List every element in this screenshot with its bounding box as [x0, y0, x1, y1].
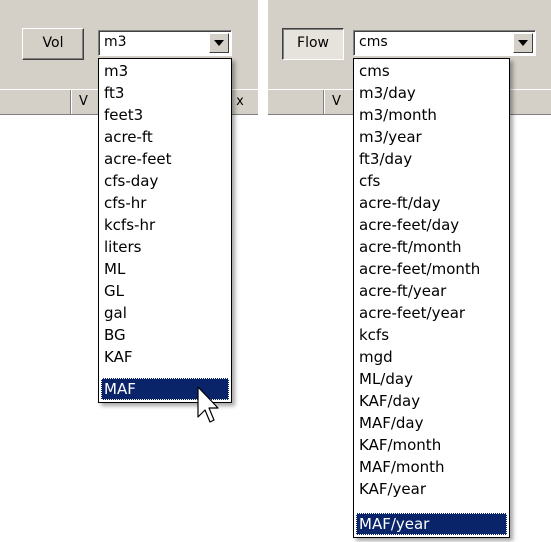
- flow-unit-dropdown[interactable]: cms m3/day m3/month m3/year ft3/day cfs …: [353, 58, 510, 538]
- arrow-pointer-icon: [197, 386, 219, 423]
- tab-cell[interactable]: x: [230, 90, 250, 114]
- chevron-down-icon[interactable]: [209, 33, 229, 53]
- dropdown-option[interactable]: acre-ft/day: [356, 192, 507, 214]
- tab-label: x: [236, 94, 244, 109]
- flow-button[interactable]: Flow: [282, 28, 344, 60]
- tab-label: V: [332, 94, 341, 109]
- dropdown-option[interactable]: cfs: [356, 170, 507, 192]
- dropdown-option[interactable]: MAF/month: [356, 456, 507, 478]
- chevron-down-icon[interactable]: [513, 33, 533, 53]
- dropdown-option[interactable]: cfs-day: [101, 170, 229, 192]
- dropdown-option[interactable]: m3/month: [356, 104, 507, 126]
- dropdown-option[interactable]: acre-ft: [101, 126, 229, 148]
- dropdown-option[interactable]: mgd: [356, 346, 507, 368]
- vol-unit-dropdown[interactable]: m3 ft3 feet3 acre-ft acre-feet cfs-day c…: [98, 58, 232, 403]
- panel-divider: [258, 0, 268, 542]
- vol-unit-combo[interactable]: m3: [98, 30, 232, 56]
- dropdown-option[interactable]: KAF/day: [356, 390, 507, 412]
- tab-label: V: [79, 94, 88, 109]
- dropdown-option[interactable]: cfs-hr: [101, 192, 229, 214]
- dropdown-option[interactable]: m3/year: [356, 126, 507, 148]
- tab-cell[interactable]: [268, 90, 324, 114]
- dropdown-option[interactable]: ft3/day: [356, 148, 507, 170]
- dropdown-option[interactable]: cms: [356, 60, 507, 82]
- dropdown-option[interactable]: acre-feet/month: [356, 258, 507, 280]
- dropdown-option-selected[interactable]: MAF/year: [356, 513, 507, 535]
- dropdown-option[interactable]: KAF: [101, 346, 229, 368]
- dropdown-option[interactable]: KAF/year: [356, 478, 507, 500]
- dropdown-option[interactable]: feet3: [101, 104, 229, 126]
- flow-unit-combo[interactable]: cms: [353, 30, 536, 56]
- dropdown-option[interactable]: liters: [101, 236, 229, 258]
- dropdown-option[interactable]: m3/day: [356, 82, 507, 104]
- dropdown-option[interactable]: acre-feet/day: [356, 214, 507, 236]
- dropdown-option[interactable]: gal: [101, 302, 229, 324]
- tab-cell[interactable]: [0, 90, 71, 114]
- vol-button[interactable]: Vol: [22, 28, 84, 60]
- vol-unit-value: m3: [104, 34, 127, 50]
- dropdown-option[interactable]: acre-feet/year: [356, 302, 507, 324]
- dropdown-option[interactable]: acre-ft/year: [356, 280, 507, 302]
- dropdown-option[interactable]: kcfs: [356, 324, 507, 346]
- dropdown-option[interactable]: kcfs-hr: [101, 214, 229, 236]
- dropdown-option[interactable]: ML: [101, 258, 229, 280]
- dropdown-option[interactable]: ft3: [101, 82, 229, 104]
- dropdown-option[interactable]: acre-ft/month: [356, 236, 507, 258]
- dropdown-option[interactable]: m3: [101, 60, 229, 82]
- dropdown-option[interactable]: KAF/month: [356, 434, 507, 456]
- dropdown-option[interactable]: MAF/day: [356, 412, 507, 434]
- dropdown-option[interactable]: ML/day: [356, 368, 507, 390]
- dropdown-option[interactable]: GL: [101, 280, 229, 302]
- flow-unit-value: cms: [359, 34, 388, 50]
- dropdown-option[interactable]: acre-feet: [101, 148, 229, 170]
- dropdown-option[interactable]: BG: [101, 324, 229, 346]
